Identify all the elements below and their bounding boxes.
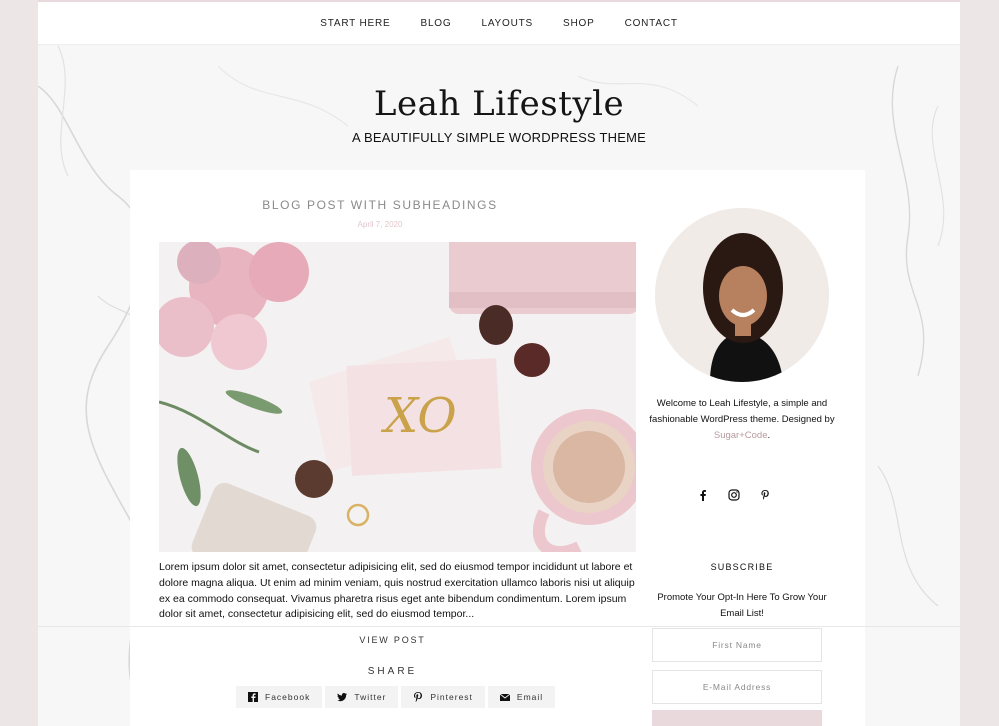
post-excerpt: Lorem ipsum dolor sit amet, consectetur … (159, 561, 635, 621)
page-frame: START HERE BLOG LAYOUTS SHOP CONTACT Lea… (38, 0, 960, 726)
share-buttons: Facebook Twitter Pinterest Email (236, 686, 556, 708)
nav-shop[interactable]: SHOP (563, 18, 595, 29)
about-blurb: Welcome to Leah Lifestyle, a simple and … (637, 396, 847, 444)
instagram-icon[interactable] (728, 488, 740, 501)
first-name-field[interactable]: First Name (652, 628, 822, 662)
share-pinterest-label: Pinterest (430, 692, 473, 702)
twitter-icon (337, 693, 348, 702)
top-navigation: START HERE BLOG LAYOUTS SHOP CONTACT (38, 2, 960, 45)
subscribe-heading: SUBSCRIBE (710, 562, 774, 572)
section-divider (38, 626, 960, 627)
sidebar: Welcome to Leah Lifestyle, a simple and … (637, 170, 867, 726)
pinterest-icon (414, 692, 423, 702)
share-twitter-label: Twitter (354, 692, 387, 702)
nav-blog[interactable]: BLOG (420, 18, 451, 29)
share-email-label: Email (516, 692, 544, 702)
post-featured-image[interactable]: XO (159, 242, 636, 552)
main-content: BLOG POST WITH SUBHEADINGS April 7, 2020 (130, 170, 865, 726)
social-links (697, 488, 771, 501)
site-title[interactable]: Leah Lifestyle (38, 84, 960, 124)
facebook-icon[interactable] (697, 488, 709, 501)
nav-start-here[interactable]: START HERE (320, 18, 390, 29)
subscribe-text: Promote Your Opt-In Here To Grow Your Em… (657, 592, 827, 619)
share-facebook-button[interactable]: Facebook (236, 686, 323, 708)
post-date: April 7, 2020 (357, 220, 403, 229)
about-text: Welcome to Leah Lifestyle, a simple and … (649, 398, 835, 425)
author-avatar (655, 208, 829, 382)
email-icon (499, 693, 510, 701)
share-heading: SHARE (367, 666, 418, 677)
pinterest-icon[interactable] (759, 488, 771, 500)
share-facebook-label: Facebook (265, 692, 311, 702)
facebook-icon (248, 692, 258, 702)
nav-contact[interactable]: CONTACT (625, 18, 678, 29)
email-field[interactable]: E-Mail Address (652, 670, 822, 704)
post-title[interactable]: BLOG POST WITH SUBHEADINGS (130, 198, 630, 212)
site-header: Leah Lifestyle A BEAUTIFULLY SIMPLE WORD… (38, 84, 960, 145)
svg-text:XO: XO (380, 388, 457, 444)
share-email-button[interactable]: Email (487, 686, 556, 708)
site-tagline: A BEAUTIFULLY SIMPLE WORDPRESS THEME (352, 130, 646, 145)
share-pinterest-button[interactable]: Pinterest (401, 686, 485, 708)
about-after: . (767, 430, 771, 441)
view-post-link[interactable]: VIEW POST (130, 635, 655, 645)
nav-layouts[interactable]: LAYOUTS (481, 18, 533, 29)
designer-link[interactable]: Sugar+Code (714, 430, 768, 441)
share-twitter-button[interactable]: Twitter (325, 686, 399, 708)
